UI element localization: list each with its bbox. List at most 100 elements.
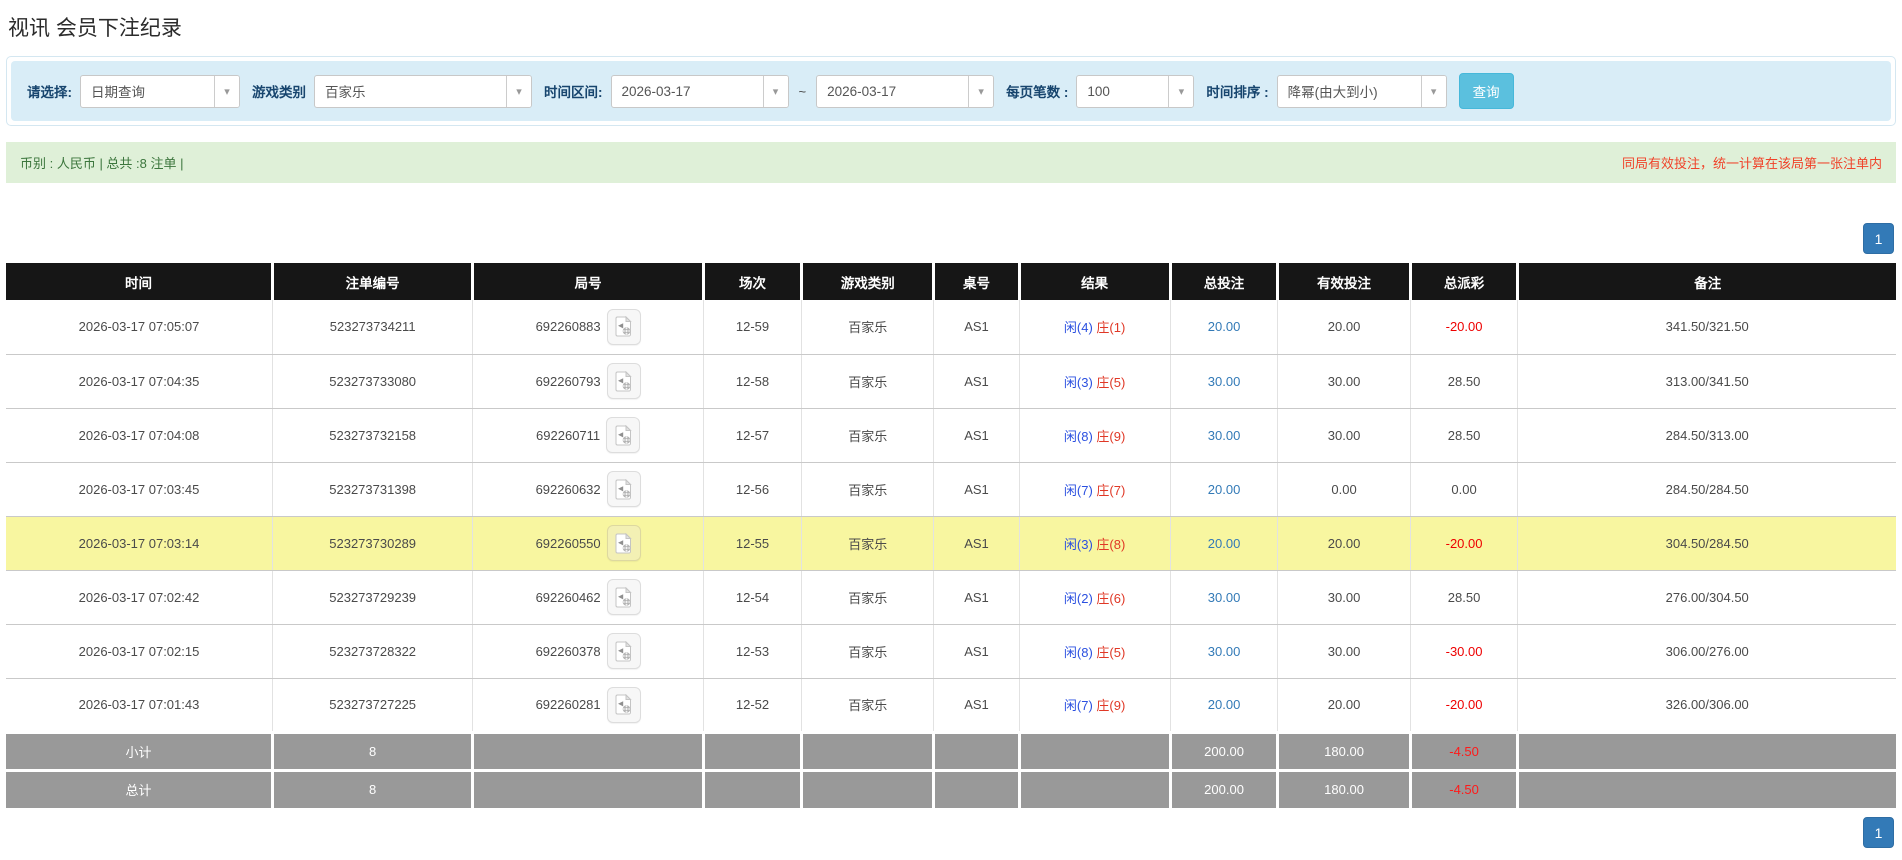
cell-result: 闲(3) 庄(8) (1018, 516, 1171, 571)
valid-bet-notice: 同局有效投注，统一计算在该局第一张注单内 (1621, 156, 1882, 171)
cell-session: 12-58 (702, 354, 802, 409)
query-type-select[interactable]: 日期查询 ▾ (80, 74, 240, 108)
cell-remark: 304.50/284.50 (1517, 516, 1896, 571)
video-record-icon[interactable] (606, 417, 641, 453)
total-bet-link[interactable]: 30.00 (1208, 428, 1241, 443)
cell-session: 12-54 (702, 570, 802, 625)
video-record-glyph (615, 478, 632, 499)
header-time: 时间 (6, 263, 273, 300)
cell-result: 闲(7) 庄(7) (1018, 462, 1171, 517)
video-record-icon[interactable] (606, 525, 641, 561)
total-bet-link[interactable]: 30.00 (1208, 374, 1241, 389)
cell-total-bet: 20.00 (1169, 516, 1278, 571)
cell-table-no: AS1 (933, 300, 1019, 355)
cell-game-type: 百家乐 (801, 516, 934, 571)
total-bet-link[interactable]: 20.00 (1208, 536, 1241, 551)
date-to-select[interactable]: 2026-03-17 ▾ (816, 74, 995, 108)
video-record-icon[interactable] (606, 471, 641, 507)
chevron-down-icon: ▾ (968, 75, 994, 107)
cell-result: 闲(7) 庄(9) (1018, 678, 1171, 733)
cell-session: 12-57 (702, 408, 802, 463)
video-record-icon[interactable] (606, 686, 641, 723)
range-separator: ~ (798, 83, 807, 99)
video-record-icon[interactable] (606, 363, 641, 399)
video-record-icon[interactable] (606, 308, 641, 345)
video-record-glyph (615, 586, 632, 607)
result-banker: 庄(5) (1096, 644, 1126, 660)
query-type-label: 请选择: (27, 85, 72, 100)
date-from-select[interactable]: 2026-03-17 ▾ (610, 74, 789, 108)
sort-select[interactable]: 降幂(由大到小) ▾ (1276, 74, 1447, 108)
video-record-icon[interactable] (606, 633, 641, 669)
cell-game-type: 百家乐 (801, 300, 934, 355)
table-row: 2026-03-17 07:02:42 523273729239 692260462… (6, 570, 1896, 625)
table-row: 2026-03-17 07:05:07 523273734211 692260883… (6, 300, 1896, 355)
cell-game-type: 百家乐 (801, 408, 934, 463)
total-label: 总计 (6, 768, 273, 808)
sort-value: 降幂(由大到小) (1287, 85, 1378, 100)
cell-round-id: 692260550 (472, 516, 704, 571)
cell-valid-bet: 30.00 (1277, 570, 1411, 625)
cell-time: 2026-03-17 07:03:14 (6, 516, 273, 571)
bet-records-table: 时间 注单编号 局号 场次 游戏类别 桌号 结果 总投注 有效投注 总派彩 备注… (6, 263, 1896, 808)
round-number: 692260550 (535, 535, 601, 551)
cell-valid-bet: 20.00 (1277, 678, 1411, 733)
pagination-bottom: 1 (8, 817, 1894, 848)
result-player: 闲(2) (1063, 590, 1093, 606)
result-banker: 庄(9) (1096, 428, 1126, 444)
cell-game-type: 百家乐 (801, 678, 934, 733)
page-size-value: 100 (1087, 83, 1110, 99)
cell-bet-id: 523273728322 (271, 624, 473, 679)
page-button[interactable]: 1 (1863, 817, 1894, 848)
cell-session: 12-59 (702, 300, 802, 355)
result-player: 闲(8) (1063, 428, 1093, 444)
search-button[interactable]: 查询 (1458, 73, 1514, 109)
header-payout: 总派彩 (1408, 263, 1518, 300)
cell-result: 闲(8) 庄(5) (1018, 624, 1171, 679)
cell-remark: 313.00/341.50 (1517, 354, 1896, 409)
table-row: 2026-03-17 07:01:43 523273727225 692260281… (6, 678, 1896, 733)
video-record-icon[interactable] (606, 579, 641, 615)
game-type-value: 百家乐 (325, 85, 366, 100)
cell-session: 12-56 (702, 462, 802, 517)
cell-round-id: 692260281 (472, 678, 704, 733)
query-type-value: 日期查询 (91, 85, 145, 100)
result-player: 闲(4) (1063, 320, 1093, 336)
cell-remark: 276.00/304.50 (1517, 570, 1896, 625)
sort-label: 时间排序 : (1206, 85, 1269, 100)
result-player: 闲(7) (1063, 698, 1093, 713)
round-number: 692260281 (535, 697, 601, 712)
total-bet-link[interactable]: 30.00 (1208, 590, 1241, 605)
cell-valid-bet: 0.00 (1277, 462, 1411, 517)
total-bet-link[interactable]: 20.00 (1208, 319, 1241, 334)
cell-round-id: 692260378 (472, 624, 704, 679)
table-header: 时间 注单编号 局号 场次 游戏类别 桌号 结果 总投注 有效投注 总派彩 备注 (6, 263, 1896, 300)
cell-table-no: AS1 (933, 354, 1019, 409)
subtotal-label: 小计 (6, 730, 273, 770)
result-banker: 庄(5) (1096, 374, 1126, 390)
page-size-select[interactable]: 100 ▾ (1076, 74, 1195, 108)
cell-total-bet: 20.00 (1169, 678, 1278, 733)
cell-game-type: 百家乐 (801, 462, 934, 517)
table-row: 2026-03-17 07:03:45 523273731398 692260632… (6, 462, 1896, 517)
table-totals: 小计 8 200.00 180.00 -4.50 总计 8 200.00 180… (6, 730, 1896, 808)
chevron-down-icon: ▾ (762, 75, 788, 107)
cell-table-no: AS1 (933, 462, 1019, 517)
cell-valid-bet: 30.00 (1277, 354, 1411, 409)
cell-payout: -30.00 (1409, 624, 1518, 679)
table-row: 2026-03-17 07:04:08 523273732158 692260711… (6, 408, 1896, 463)
game-type-select[interactable]: 百家乐 ▾ (314, 74, 532, 108)
cell-session: 12-53 (702, 624, 802, 679)
cell-round-id: 692260793 (472, 354, 704, 409)
cell-valid-bet: 20.00 (1277, 300, 1411, 355)
total-bet-link[interactable]: 30.00 (1208, 644, 1241, 659)
filter-bar: 请选择: 日期查询 ▾ 游戏类别 百家乐 ▾ 时间区间: 2026-03-17 … (11, 61, 1891, 121)
total-row: 总计 8 200.00 180.00 -4.50 (6, 768, 1896, 808)
total-bet-link[interactable]: 20.00 (1208, 697, 1241, 712)
date-to-value: 2026-03-17 (827, 83, 897, 99)
subtotal-row: 小计 8 200.00 180.00 -4.50 (6, 730, 1896, 770)
video-record-glyph (615, 370, 632, 391)
page-button[interactable]: 1 (1863, 223, 1894, 254)
result-banker: 庄(8) (1096, 536, 1126, 552)
total-bet-link[interactable]: 20.00 (1208, 482, 1241, 497)
